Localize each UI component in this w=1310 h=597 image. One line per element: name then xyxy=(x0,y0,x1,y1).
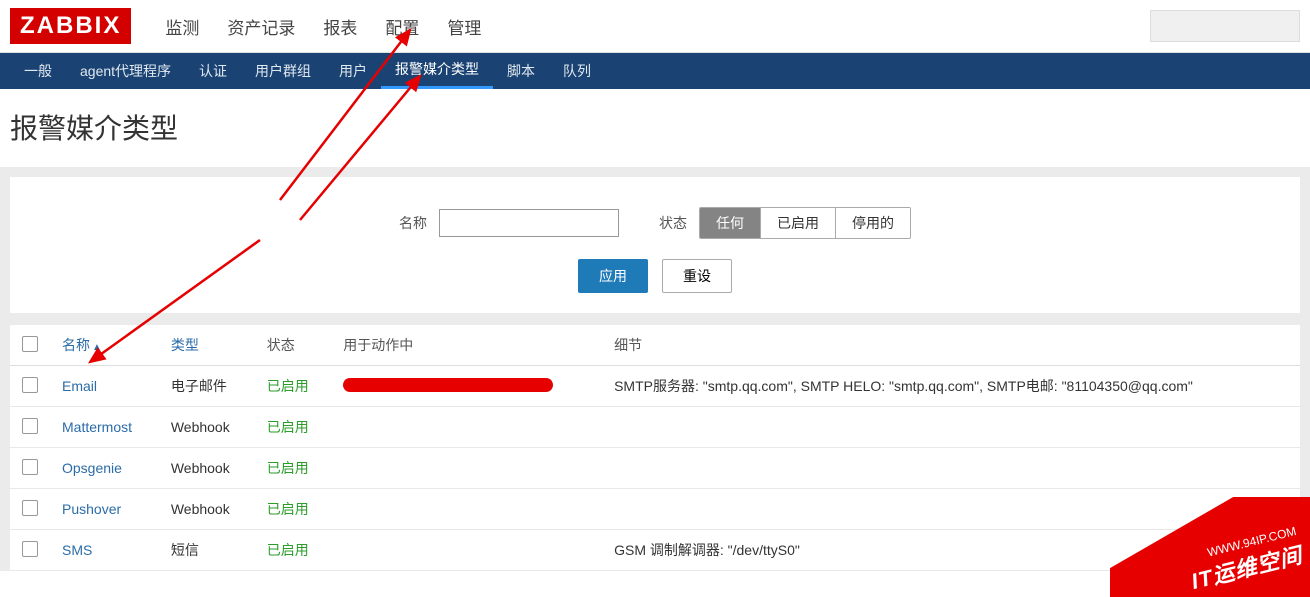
header-details: 细节 xyxy=(602,325,1300,366)
row-checkbox[interactable] xyxy=(22,541,38,557)
sub-navigation: 一般 agent代理程序 认证 用户群组 用户 报警媒介类型 脚本 队列 xyxy=(0,53,1310,89)
table-row: Pushover Webhook 已启用 xyxy=(10,489,1300,530)
row-checkbox-cell xyxy=(10,366,50,407)
row-used-in-cell xyxy=(331,407,602,448)
subnav-general[interactable]: 一般 xyxy=(10,53,66,89)
row-used-in-cell xyxy=(331,366,602,407)
row-details-cell: SMTP服务器: "smtp.qq.com", SMTP HELO: "smtp… xyxy=(602,366,1300,407)
header-name[interactable]: 名称▲ xyxy=(50,325,159,366)
row-used-in-cell xyxy=(331,530,602,571)
row-type-cell: 短信 xyxy=(159,530,255,571)
row-status-cell: 已启用 xyxy=(255,489,331,530)
row-name-cell: Mattermost xyxy=(50,407,159,448)
status-link[interactable]: 已启用 xyxy=(267,378,309,394)
row-status-cell: 已启用 xyxy=(255,366,331,407)
sort-ascending-icon: ▲ xyxy=(92,342,102,353)
row-status-cell: 已启用 xyxy=(255,530,331,571)
subnav-users[interactable]: 用户 xyxy=(325,53,381,89)
filter-name-label: 名称 xyxy=(399,213,427,233)
row-checkbox[interactable] xyxy=(22,459,38,475)
row-name-cell: Email xyxy=(50,366,159,407)
media-type-link[interactable]: Pushover xyxy=(62,501,121,517)
media-type-link[interactable]: Opsgenie xyxy=(62,460,122,476)
filter-name-group: 名称 xyxy=(399,209,619,237)
row-checkbox-cell xyxy=(10,530,50,571)
table-header-row: 名称▲ 类型 状态 用于动作中 细节 xyxy=(10,325,1300,366)
media-types-table: 名称▲ 类型 状态 用于动作中 细节 Email电子邮件已启用SMTP服务器: … xyxy=(10,325,1300,571)
page-title: 报警媒介类型 xyxy=(0,89,1310,167)
nav-administration[interactable]: 管理 xyxy=(433,14,495,39)
row-checkbox[interactable] xyxy=(22,418,38,434)
search-input[interactable] xyxy=(1150,10,1300,42)
row-checkbox-cell xyxy=(10,407,50,448)
row-status-cell: 已启用 xyxy=(255,448,331,489)
status-link[interactable]: 已启用 xyxy=(267,501,309,517)
nav-inventory[interactable]: 资产记录 xyxy=(213,14,309,39)
row-details-cell xyxy=(602,407,1300,448)
row-checkbox[interactable] xyxy=(22,500,38,516)
subnav-agent-proxy[interactable]: agent代理程序 xyxy=(66,53,185,89)
row-name-cell: SMS xyxy=(50,530,159,571)
row-used-in-cell xyxy=(331,448,602,489)
row-type-cell: Webhook xyxy=(159,448,255,489)
row-checkbox[interactable] xyxy=(22,377,38,393)
row-name-cell: Opsgenie xyxy=(50,448,159,489)
top-navigation: ZABBIX 监测 资产记录 报表 配置 管理 xyxy=(0,0,1310,53)
filter-panel: 名称 状态 任何 已启用 停用的 应用 重设 xyxy=(10,177,1300,313)
row-name-cell: Pushover xyxy=(50,489,159,530)
status-link[interactable]: 已启用 xyxy=(267,419,309,435)
state-option-any[interactable]: 任何 xyxy=(700,208,761,238)
filter-name-input[interactable] xyxy=(439,209,619,237)
row-type-cell: Webhook xyxy=(159,489,255,530)
subnav-scripts[interactable]: 脚本 xyxy=(493,53,549,89)
table-row: SMS短信已启用GSM 调制解调器: "/dev/ttyS0" xyxy=(10,530,1300,571)
row-checkbox-cell xyxy=(10,489,50,530)
status-link[interactable]: 已启用 xyxy=(267,460,309,476)
status-link[interactable]: 已启用 xyxy=(267,542,309,558)
subnav-media-types[interactable]: 报警媒介类型 xyxy=(381,53,493,89)
subnav-user-groups[interactable]: 用户群组 xyxy=(241,53,325,89)
media-type-link[interactable]: SMS xyxy=(62,542,92,558)
header-status: 状态 xyxy=(255,325,331,366)
row-checkbox-cell xyxy=(10,448,50,489)
table-row: Mattermost Webhook 已启用 xyxy=(10,407,1300,448)
row-type-cell: 电子邮件 xyxy=(159,366,255,407)
header-type[interactable]: 类型 xyxy=(159,325,255,366)
state-option-disabled[interactable]: 停用的 xyxy=(836,208,910,238)
subnav-queue[interactable]: 队列 xyxy=(549,53,605,89)
redacted-content xyxy=(343,378,553,392)
row-details-cell xyxy=(602,448,1300,489)
filter-state-group: 状态 任何 已启用 停用的 xyxy=(659,207,911,239)
apply-button[interactable]: 应用 xyxy=(578,259,648,293)
media-type-link[interactable]: Email xyxy=(62,378,97,394)
row-type-cell: Webhook xyxy=(159,407,255,448)
filter-state-label: 状态 xyxy=(659,213,687,233)
table-row: Opsgenie Webhook 已启用 xyxy=(10,448,1300,489)
subnav-authentication[interactable]: 认证 xyxy=(185,53,241,89)
state-option-enabled[interactable]: 已启用 xyxy=(761,208,836,238)
media-type-link[interactable]: Mattermost xyxy=(62,419,132,435)
logo: ZABBIX xyxy=(10,8,131,44)
nav-configuration[interactable]: 配置 xyxy=(371,14,433,39)
nav-reports[interactable]: 报表 xyxy=(309,14,371,39)
select-all-checkbox[interactable] xyxy=(22,336,38,352)
nav-monitoring[interactable]: 监测 xyxy=(151,14,213,39)
header-name-label: 名称 xyxy=(62,337,90,353)
row-used-in-cell xyxy=(331,489,602,530)
reset-button[interactable]: 重设 xyxy=(662,259,732,293)
header-used-in: 用于动作中 xyxy=(331,325,602,366)
row-status-cell: 已启用 xyxy=(255,407,331,448)
header-checkbox-cell xyxy=(10,325,50,366)
filter-state-toggle: 任何 已启用 停用的 xyxy=(699,207,911,239)
watermark: WWW.94IP.COM IT运维空间 xyxy=(1110,497,1310,597)
table-row: Email 电子邮件已启用 SMTP服务器: "smtp.qq.com", SMTP… xyxy=(10,366,1300,407)
